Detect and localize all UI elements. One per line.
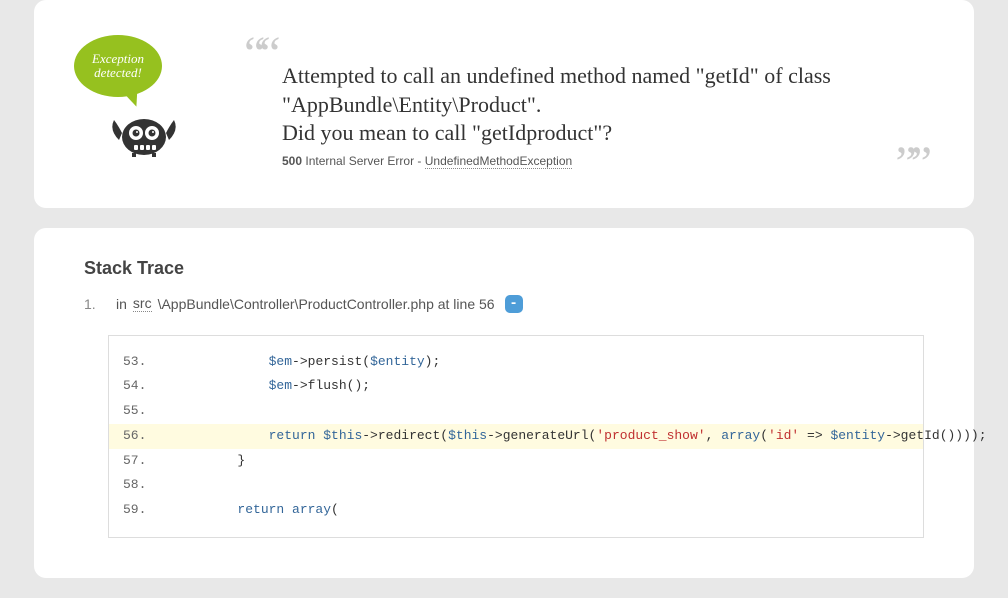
code-line-54: 54. $em->flush(); bbox=[109, 374, 923, 399]
monster-icon bbox=[104, 105, 184, 157]
trace-src-link[interactable]: src bbox=[133, 295, 152, 312]
stack-trace-panel: Stack Trace 1. in src \AppBundle\Controll… bbox=[34, 228, 974, 578]
trace-path: \AppBundle\Controller\ProductController.… bbox=[158, 296, 495, 312]
code-line-58: 58. bbox=[109, 473, 923, 498]
line-number: 57. bbox=[123, 449, 175, 474]
trace-entry: 1. in src \AppBundle\Controller\ProductCo… bbox=[84, 295, 924, 313]
error-code: 500 bbox=[282, 154, 302, 168]
code-text: return array( bbox=[175, 498, 339, 523]
code-line-56-highlighted: 56. return $this->redirect($this->genera… bbox=[109, 424, 923, 449]
quote-close-icon: ”” bbox=[895, 140, 926, 188]
error-code-text: Internal Server Error - bbox=[305, 154, 424, 168]
error-message: Attempted to call an undefined method na… bbox=[282, 62, 934, 148]
line-number: 55. bbox=[123, 399, 175, 424]
code-text: } bbox=[175, 449, 245, 474]
code-text: return $this->redirect($this->generateUr… bbox=[175, 424, 987, 449]
error-meta: 500 Internal Server Error - UndefinedMet… bbox=[282, 154, 934, 168]
line-number: 56. bbox=[123, 424, 175, 449]
error-line2: Did you mean to call "getIdproduct"? bbox=[282, 120, 612, 145]
code-line-55: 55. bbox=[109, 399, 923, 424]
stack-trace-title: Stack Trace bbox=[84, 258, 924, 279]
error-line1: Attempted to call an undefined method na… bbox=[282, 63, 831, 117]
line-number: 53. bbox=[123, 350, 175, 375]
mascot: Exception detected! bbox=[74, 35, 204, 162]
toggle-code-button[interactable]: - bbox=[505, 295, 523, 313]
line-number: 58. bbox=[123, 473, 175, 498]
speech-text: Exception detected! bbox=[74, 52, 162, 81]
exception-link[interactable]: UndefinedMethodException bbox=[425, 154, 572, 169]
code-line-57: 57. } bbox=[109, 449, 923, 474]
trace-number: 1. bbox=[84, 296, 102, 312]
quote-open-icon: ““ bbox=[244, 30, 275, 78]
code-line-59: 59. return array( bbox=[109, 498, 923, 523]
code-text: $em->persist($entity); bbox=[175, 350, 440, 375]
code-line-53: 53. $em->persist($entity); bbox=[109, 350, 923, 375]
line-number: 59. bbox=[123, 498, 175, 523]
error-content: Attempted to call an undefined method na… bbox=[282, 62, 934, 168]
code-text: $em->flush(); bbox=[175, 374, 370, 399]
line-number: 54. bbox=[123, 374, 175, 399]
code-block: 53. $em->persist($entity); 54. $em->flus… bbox=[108, 335, 924, 538]
speech-bubble: Exception detected! bbox=[74, 35, 162, 97]
trace-in: in bbox=[116, 296, 127, 312]
error-panel: ““ Exception detected! Attempted to call… bbox=[34, 0, 974, 208]
